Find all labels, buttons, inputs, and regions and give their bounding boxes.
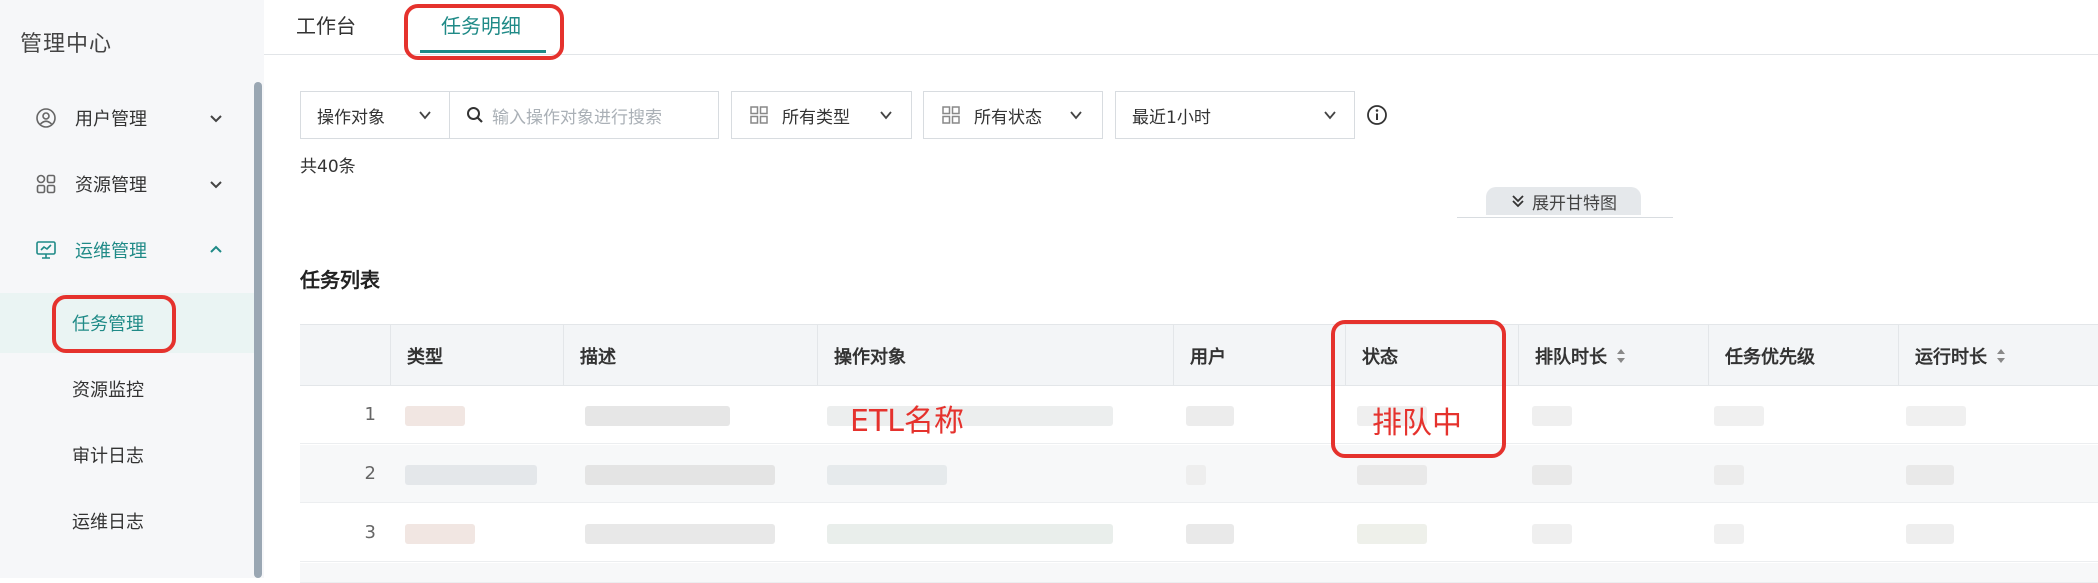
sidebar-item-user-management[interactable]: 用户管理 [0,88,254,148]
grid-icon [942,106,960,124]
grid-icon [34,172,58,196]
info-icon[interactable] [1366,104,1388,126]
redacted-cell [827,524,1113,544]
status-select[interactable]: 所有状态 [923,91,1103,139]
annotation-etl-name: ETL名称 [850,404,964,439]
redacted-cell [585,406,730,426]
tab-workbench[interactable]: 工作台 [296,10,356,39]
grid-icon [750,106,768,124]
sidebar-item-label: 运维管理 [75,241,147,262]
column-header-target[interactable]: 操作对象 [817,325,1173,387]
redacted-cell [1186,406,1234,426]
row-index: 1 [364,404,376,425]
sidebar-scrollbar[interactable] [254,82,262,578]
expand-gantt-label: 展开甘特图 [1532,193,1617,214]
table-header: 类型 描述 操作对象 用户 状态 排队时长 任务优先级 运行时长 [300,324,2098,387]
time-range-value: 最近1小时 [1132,107,1211,128]
search-placeholder: 输入操作对象进行搜索 [492,107,662,128]
expand-gantt-button[interactable]: 展开甘特图 [1486,187,1641,215]
table-row[interactable]: 1 [300,386,2098,444]
redacted-cell [1532,524,1572,544]
sidebar-item-resource-management[interactable]: 资源管理 [0,154,254,214]
sidebar: 管理中心 用户管理 资源管理 运维管理 任务管理 资源监控 审计日志 运维日志 [0,0,264,578]
sidebar-subitem-resource-monitor[interactable]: 资源监控 [0,359,254,419]
row-index: 3 [364,522,376,543]
status-select-value: 所有状态 [974,107,1042,128]
column-header-priority[interactable]: 任务优先级 [1708,325,1898,387]
redacted-cell [1906,465,1954,485]
table-row[interactable]: 2 [300,445,2098,503]
sidebar-subitem-ops-log[interactable]: 运维日志 [0,491,254,551]
column-header-queue-duration[interactable]: 排队时长 [1518,325,1708,387]
redacted-cell [827,465,947,485]
chevron-down-icon [210,115,222,123]
column-header-description[interactable]: 描述 [563,325,817,387]
redacted-cell [405,406,465,426]
redacted-cell [1186,524,1234,544]
redacted-cell [1906,406,1966,426]
chevron-up-icon [210,245,222,253]
time-range-select[interactable]: 最近1小时 [1115,91,1355,139]
sidebar-subitem-label: 资源监控 [72,380,144,401]
chevron-down-icon [1324,111,1336,120]
sidebar-subitem-audit-log[interactable]: 审计日志 [0,425,254,485]
redacted-cell [1714,524,1744,544]
redacted-cell [1532,406,1572,426]
redacted-cell [1357,465,1427,485]
sort-icon[interactable] [1995,346,2007,366]
target-select-value: 操作对象 [317,107,385,128]
redacted-cell [585,465,775,485]
divider [1457,217,1673,218]
sort-icon[interactable] [1615,346,1627,366]
double-chevron-down-icon [1512,195,1524,208]
redacted-cell [1532,465,1572,485]
chevron-down-icon [880,111,892,120]
redacted-cell [585,524,775,544]
redacted-cell [1714,465,1744,485]
type-select[interactable]: 所有类型 [731,91,912,139]
user-icon [34,106,58,130]
table-row[interactable] [300,563,2098,583]
annotation-queued: 排队中 [1372,406,1462,441]
sidebar-item-label: 资源管理 [75,175,147,196]
target-select[interactable]: 操作对象 [300,91,450,139]
table-row[interactable]: 3 [300,504,2098,562]
type-select-value: 所有类型 [782,107,850,128]
total-count: 共40条 [300,157,356,177]
sidebar-subitem-label: 审计日志 [72,446,144,467]
chevron-down-icon [210,181,222,189]
redacted-cell [1186,465,1206,485]
sidebar-title: 管理中心 [20,32,113,57]
redacted-cell [405,524,475,544]
redacted-cell [1906,524,1954,544]
chevron-down-icon [1070,111,1082,120]
column-header-user[interactable]: 用户 [1173,325,1345,387]
section-title: 任务列表 [300,268,380,292]
column-header-type[interactable]: 类型 [390,325,563,387]
task-table: 类型 描述 操作对象 用户 状态 排队时长 任务优先级 运行时长 1 2 3 [300,324,2098,583]
monitor-icon [34,238,58,262]
annotation-box-task-management [52,295,176,353]
sidebar-item-ops-management[interactable]: 运维管理 [0,220,254,280]
search-icon [467,107,483,123]
redacted-cell [1714,406,1764,426]
sidebar-subitem-label: 运维日志 [72,512,144,533]
row-index: 2 [364,463,376,484]
annotation-box-task-detail-tab [404,4,564,60]
redacted-cell [405,465,537,485]
column-header-run-duration[interactable]: 运行时长 [1898,325,2098,387]
search-input[interactable]: 输入操作对象进行搜索 [449,91,719,139]
sidebar-item-label: 用户管理 [75,109,147,130]
chevron-down-icon [419,111,431,120]
redacted-cell [1357,524,1427,544]
